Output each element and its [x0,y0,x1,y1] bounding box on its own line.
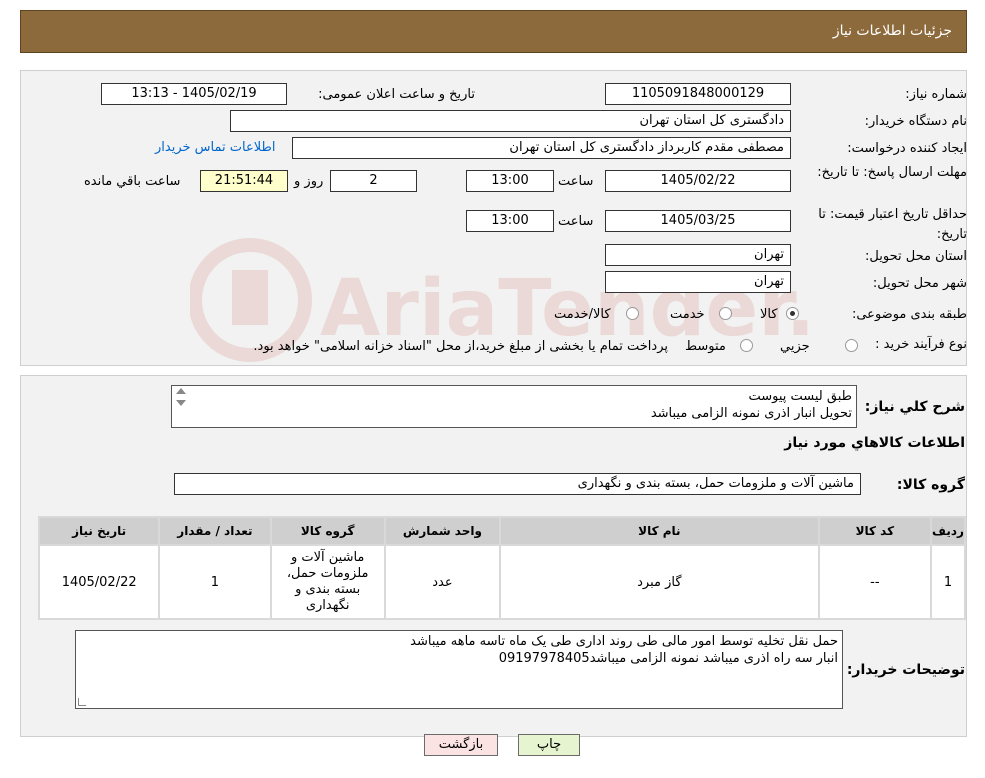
price-validity-label: حداقل تاریخ اعتبار قیمت: تا تاریخ: [818,207,967,242]
goods-table: ردیف کد کالا نام کالا واحد شمارش گروه کا… [38,516,966,620]
col-date: تاریخ نیاز [40,518,159,544]
summary-label: شرح کلي نیاز: [864,399,965,415]
summary-line-2: تحویل انبار اذری نمونه الزامی میباشد [650,406,852,421]
goods-group-field: ماشین آلات و ملزومات حمل، بسته بندی و نگ… [174,473,861,495]
buyer-org-field: دادگستری کل استان تهران [230,110,791,132]
buyer-notes-line-1: حمل نقل تخلیه توسط امور مالی طی روند ادا… [410,634,838,649]
category-radio-service[interactable] [719,307,732,320]
deadline-time-field: 13:00 [466,170,554,192]
cell-row: 1 [931,546,964,618]
price-validity-time-field: 13:00 [466,210,554,232]
page-header: جزئیات اطلاعات نیاز [20,10,967,53]
city-label: شهر محل تحویل: [872,276,967,291]
col-row: ردیف [931,518,964,544]
days-label: روز و [294,174,324,189]
page-title: جزئیات اطلاعات نیاز [832,23,952,39]
back-button[interactable]: بازگشت [424,734,498,756]
announce-label: تاریخ و ساعت اعلان عمومی: [318,87,475,102]
buyer-notes-label: توضیحات خریدار: [846,662,965,678]
purchase-option-medium: متوسط [685,339,726,354]
col-qty: تعداد / مقدار [160,518,270,544]
cell-date: 1405/02/22 [40,546,159,618]
deadline-time-label: ساعت [558,174,594,189]
remaining-label: ساعت باقي مانده [84,174,181,189]
buyer-notes-resize-icon[interactable] [78,698,86,706]
cell-name: گاز مبرد [501,546,818,618]
deadline-date-field: 1405/02/22 [605,170,791,192]
buyer-org-label: نام دستگاه خریدار: [864,114,967,129]
category-option-goods: کالا [760,307,778,322]
goods-section-title: اطلاعات کالاهاي مورد نیاز [784,435,965,451]
cell-group: ماشین آلات و ملزومات حمل، بسته بندی و نگ… [271,546,384,618]
goods-group-label: گروه کالا: [896,477,965,493]
summary-line-1: طبق لیست پیوست [748,389,852,404]
price-validity-date-field: 1405/03/25 [605,210,791,232]
deadline-label: مهلت ارسال پاسخ: تا تاریخ: [817,165,967,180]
purchase-option-minor: جزیي [780,339,810,354]
cell-code: -- [819,546,930,618]
purchase-note: پرداخت تمام یا بخشی از مبلغ خرید،از محل … [253,339,668,354]
buyer-notes-textarea[interactable]: حمل نقل تخلیه توسط امور مالی طی روند ادا… [75,630,843,709]
remaining-timer: 21:51:44 [200,170,288,192]
summary-scroll-up-icon[interactable] [176,388,186,394]
days-field: 2 [330,170,417,192]
announce-field: 1405/02/19 - 13:13 [101,83,287,105]
purchase-radio-medium[interactable] [740,339,753,352]
print-button[interactable]: چاپ [518,734,580,756]
requester-label: ایجاد کننده درخواست: [847,141,967,156]
purchase-type-label: نوع فرآیند خرید : [875,337,967,352]
purchase-radio-minor[interactable] [845,339,858,352]
category-label: طبقه بندی موضوعی: [851,307,967,322]
province-label: استان محل تحویل: [865,249,967,264]
province-field: تهران [605,244,791,266]
summary-scroll-down-icon[interactable] [176,400,186,406]
cell-qty: 1 [160,546,270,618]
need-number-label: شماره نیاز: [905,87,967,102]
requester-field: مصطفی مقدم کاربرداز دادگستری کل استان ته… [292,137,791,159]
category-radio-goods-service[interactable] [626,307,639,320]
summary-textarea[interactable]: طبق لیست پیوست تحویل انبار اذری نمونه ال… [171,385,857,428]
col-code: کد کالا [819,518,930,544]
city-field: تهران [605,271,791,293]
price-validity-time-label: ساعت [558,214,594,229]
table-row: 1 -- گاز مبرد عدد ماشین آلات و ملزومات ح… [40,546,964,618]
category-option-service: خدمت [670,307,705,322]
col-group: گروه کالا [271,518,384,544]
col-name: نام کالا [501,518,818,544]
cell-unit: عدد [385,546,500,618]
need-number-field: 1105091848000129 [605,83,791,105]
category-option-goods-service: کالا/خدمت [554,307,611,322]
buyer-notes-line-2: انبار سه راه اذری میباشد نمونه الزامی می… [498,651,838,666]
buyer-contact-link[interactable]: اطلاعات تماس خریدار [155,140,275,155]
category-radio-goods[interactable] [786,307,799,320]
col-unit: واحد شمارش [385,518,500,544]
goods-table-wrap: ردیف کد کالا نام کالا واحد شمارش گروه کا… [38,516,966,620]
goods-table-header: ردیف کد کالا نام کالا واحد شمارش گروه کا… [40,518,964,544]
